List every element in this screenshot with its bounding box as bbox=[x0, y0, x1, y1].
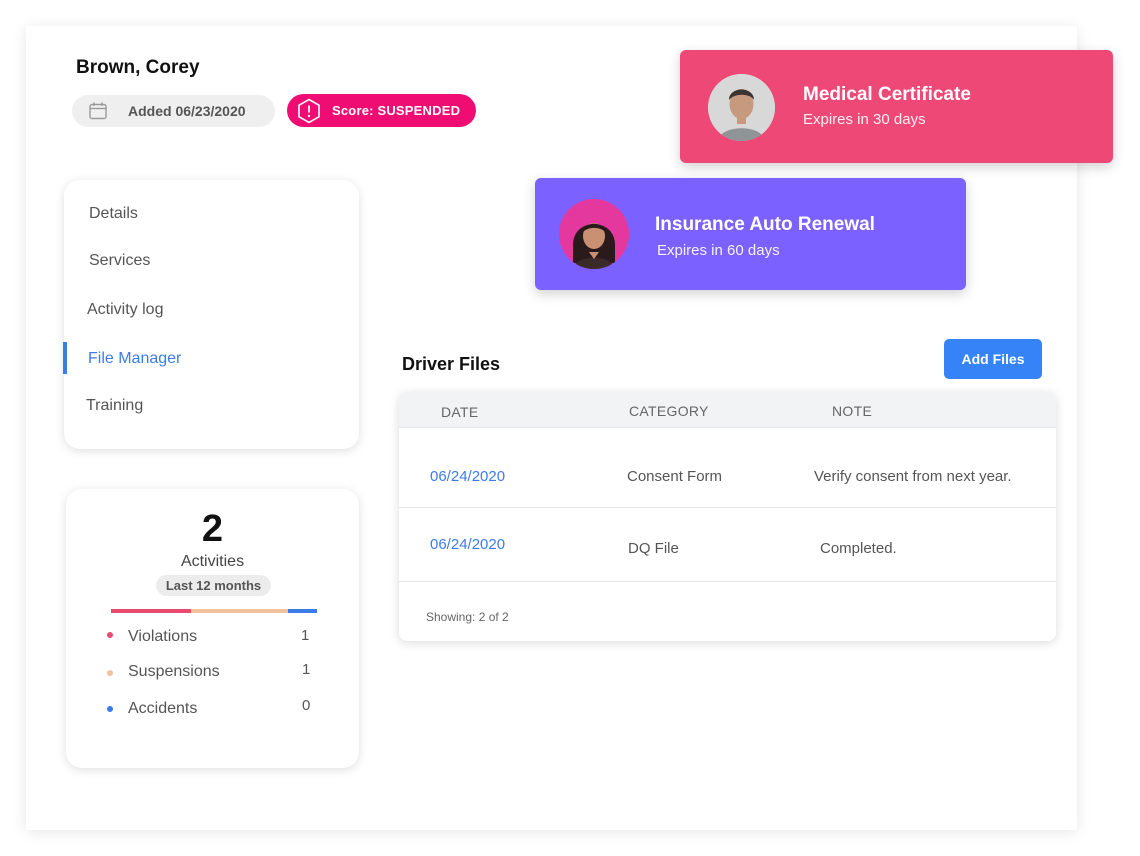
row-divider bbox=[399, 581, 1056, 582]
suspensions-value: 1 bbox=[302, 661, 311, 678]
column-category[interactable]: CATEGORY bbox=[629, 403, 709, 419]
added-date-badge: Added 06/23/2020 bbox=[72, 95, 275, 127]
insurance-contact-avatar bbox=[559, 199, 629, 269]
driver-files-title: Driver Files bbox=[402, 354, 501, 374]
row-category: DQ File bbox=[628, 540, 679, 557]
nav-item-services[interactable]: Services bbox=[89, 252, 150, 270]
row-note: Verify consent from next year. bbox=[814, 468, 1012, 485]
warning-icon bbox=[298, 98, 320, 123]
insurance-alert-card[interactable]: Insurance Auto Renewal Expires in 60 day… bbox=[535, 178, 966, 290]
calendar-icon bbox=[89, 102, 107, 120]
score-text: Score: SUSPENDED bbox=[332, 103, 461, 118]
suspensions-dot bbox=[107, 670, 113, 676]
medical-alert-title: Medical Certificate bbox=[803, 84, 971, 105]
medical-contact-avatar bbox=[708, 74, 775, 141]
row-note: Completed. bbox=[820, 540, 897, 557]
activities-count: 2 bbox=[201, 508, 224, 550]
score-badge: Score: SUSPENDED bbox=[287, 94, 476, 127]
nav-item-training[interactable]: Training bbox=[86, 397, 143, 415]
row-category: Consent Form bbox=[627, 468, 723, 485]
accidents-label: Accidents bbox=[128, 700, 198, 717]
nav-item-activity-log[interactable]: Activity log bbox=[87, 301, 163, 319]
table-header: DATE CATEGORY NOTE bbox=[399, 392, 1056, 428]
row-date-link[interactable]: 06/24/2020 bbox=[430, 468, 505, 485]
accidents-dot bbox=[107, 706, 113, 712]
nav-item-file-manager[interactable]: File Manager bbox=[88, 350, 181, 368]
insurance-alert-subtitle: Expires in 60 days bbox=[657, 242, 780, 259]
activities-label: Activities bbox=[180, 553, 245, 570]
table-footer-count: Showing: 2 of 2 bbox=[426, 610, 509, 624]
violations-bar bbox=[111, 609, 191, 613]
add-files-button[interactable]: Add Files bbox=[944, 339, 1042, 379]
activities-period-badge: Last 12 months bbox=[156, 575, 271, 596]
accidents-bar bbox=[288, 609, 317, 613]
suspensions-bar bbox=[191, 609, 288, 613]
driver-files-table: DATE CATEGORY NOTE 06/24/2020 Consent Fo… bbox=[399, 392, 1056, 641]
row-divider bbox=[399, 507, 1056, 508]
violations-value: 1 bbox=[301, 627, 310, 644]
insurance-alert-title: Insurance Auto Renewal bbox=[655, 214, 875, 235]
row-date-link[interactable]: 06/24/2020 bbox=[430, 536, 505, 553]
violations-label: Violations bbox=[128, 628, 198, 645]
column-note[interactable]: NOTE bbox=[832, 403, 872, 419]
violations-dot bbox=[107, 632, 113, 638]
column-date[interactable]: DATE bbox=[441, 404, 479, 420]
accidents-value: 0 bbox=[302, 697, 311, 714]
suspensions-label: Suspensions bbox=[128, 663, 220, 680]
added-date-text: Added 06/23/2020 bbox=[128, 103, 246, 119]
driver-name: Brown, Corey bbox=[76, 57, 200, 78]
medical-alert-subtitle: Expires in 30 days bbox=[803, 111, 926, 128]
nav-item-details[interactable]: Details bbox=[89, 205, 138, 223]
medical-alert-card[interactable]: Medical Certificate Expires in 30 days bbox=[680, 50, 1113, 163]
nav-active-indicator bbox=[63, 342, 67, 374]
